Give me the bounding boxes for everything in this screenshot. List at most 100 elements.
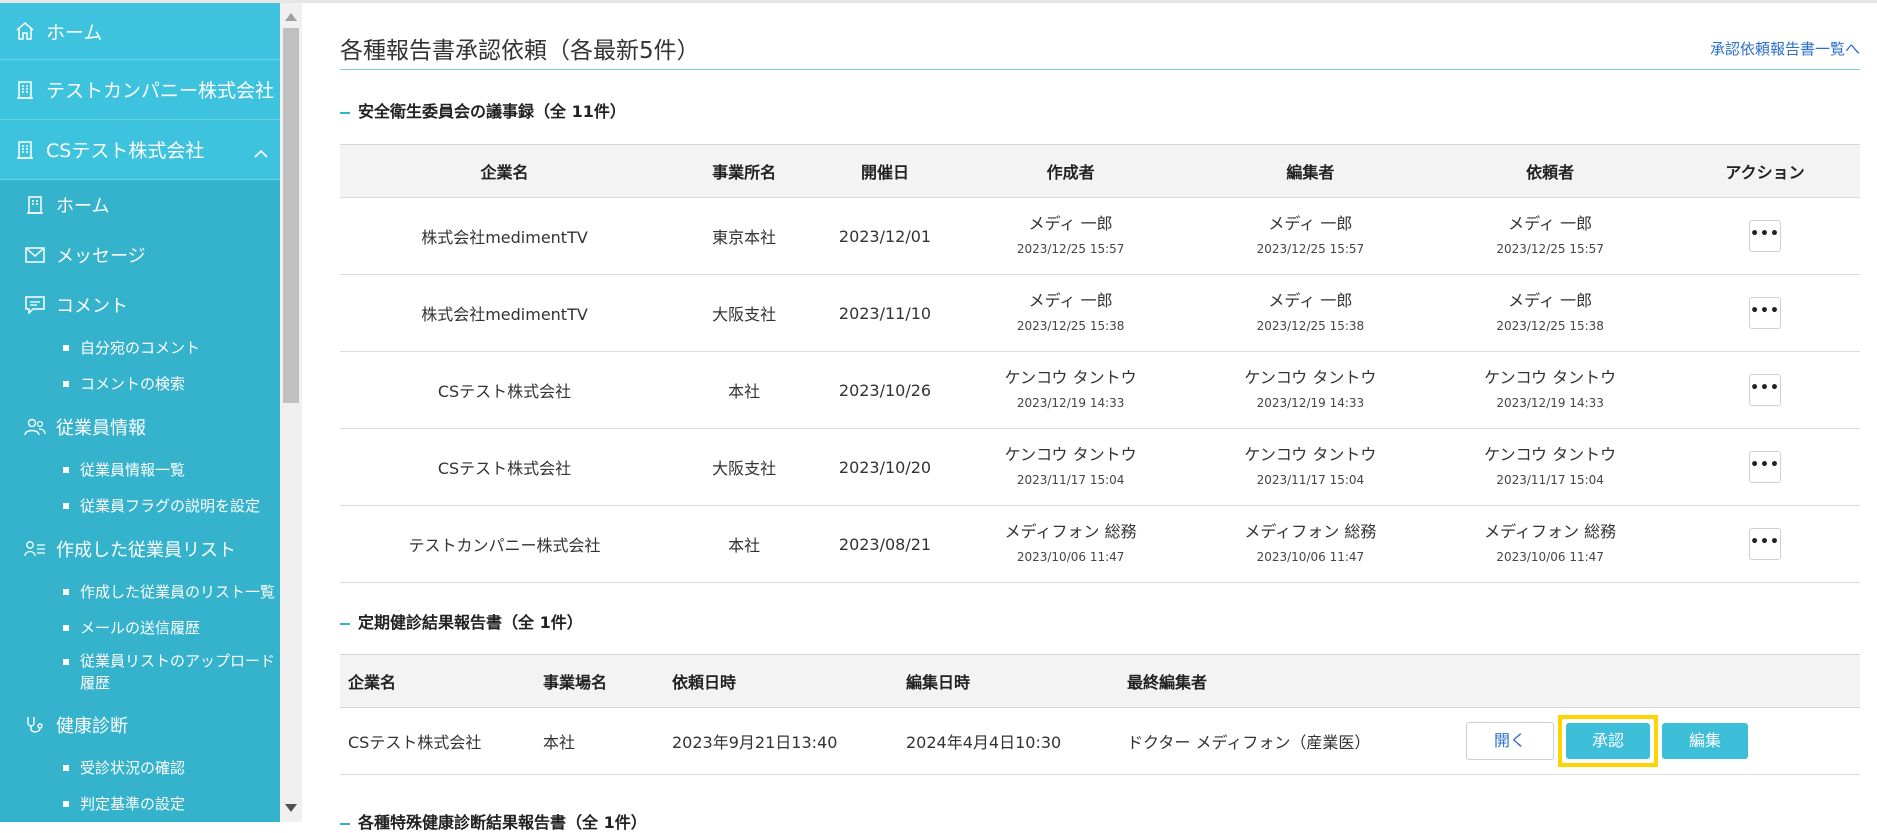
- creator-name: メディ 一郎: [1028, 214, 1113, 233]
- cell-requester: ケンコウ タントウ 2023/12/19 14:33: [1430, 351, 1670, 429]
- approval-list-link[interactable]: 承認依頼報告書一覧へ: [1710, 38, 1860, 59]
- creator-name: ケンコウ タントウ: [1004, 368, 1137, 387]
- sidebar-subitem-employee-flag[interactable]: 従業員フラグの説明を設定: [0, 488, 280, 524]
- requester-name: メディ 一郎: [1508, 291, 1593, 310]
- cell-requester: メディ 一郎 2023/12/25 15:57: [1430, 197, 1670, 275]
- col-date: 開催日: [819, 144, 951, 198]
- cell-office: 東京本社: [669, 197, 820, 275]
- sidebar-item-employee[interactable]: 従業員情報: [0, 402, 280, 452]
- scrollbar-thumb[interactable]: [283, 28, 299, 403]
- sidebar-subitem-criteria[interactable]: 判定基準の設定: [0, 786, 280, 822]
- cell-creator: メディ 一郎 2023/12/25 15:57: [950, 197, 1191, 275]
- editor-name: メディフォン 総務: [1244, 522, 1377, 541]
- chevron-up-icon[interactable]: [254, 142, 268, 158]
- cell-editor: ケンコウ タントウ 2023/12/19 14:33: [1190, 351, 1431, 429]
- approve-button[interactable]: 承認: [1566, 723, 1650, 759]
- cell-requester: メディ 一郎 2023/12/25 15:38: [1430, 274, 1670, 352]
- section-dash: [340, 822, 350, 825]
- requester-timestamp: 2023/12/19 14:33: [1496, 396, 1604, 410]
- col-office: 事業所名: [669, 144, 820, 198]
- requester-timestamp: 2023/10/06 11:47: [1496, 550, 1604, 564]
- cell-action: •••: [1670, 197, 1860, 275]
- cell-creator: メディ 一郎 2023/12/25 15:38: [950, 274, 1191, 352]
- cell-buttons: 開く 承認 編集: [1458, 707, 1860, 775]
- sidebar-item-message[interactable]: メッセージ: [0, 230, 280, 280]
- more-actions-button[interactable]: •••: [1749, 297, 1781, 329]
- cell-company: 株式会社medimentTV: [340, 197, 670, 275]
- table-header-row: 企業名 事業所名 開催日 作成者 編集者 依頼者 アクション: [340, 144, 1860, 198]
- table-row: CSテスト株式会社 本社 2023/10/26 ケンコウ タントウ 2023/12…: [340, 351, 1860, 429]
- cell-company: 株式会社medimentTV: [340, 274, 670, 352]
- creator-timestamp: 2023/12/19 14:33: [1016, 396, 1125, 410]
- more-actions-button[interactable]: •••: [1749, 451, 1781, 483]
- section-periodic-checkup-title: 定期健診結果報告書（全 1件）: [358, 613, 583, 632]
- sidebar-subitem-comment-search[interactable]: コメントの検索: [0, 366, 280, 402]
- cell-editor: メディ 一郎 2023/12/25 15:57: [1190, 197, 1431, 275]
- cell-last-editor: ドクター メディフォン（産業医）: [1119, 707, 1458, 775]
- scroll-up-arrow-icon[interactable]: [285, 13, 297, 21]
- cell-editor: メディフォン 総務 2023/10/06 11:47: [1190, 505, 1431, 583]
- sidebar-subitem-my-comments[interactable]: 自分宛のコメント: [0, 330, 280, 366]
- title-divider: [340, 69, 1860, 70]
- col-editor: 編集者: [1190, 144, 1431, 198]
- sidebar-item-created-list[interactable]: 作成した従業員リスト: [0, 524, 280, 574]
- cell-company: CSテスト株式会社: [340, 707, 535, 775]
- col-action: アクション: [1670, 144, 1860, 198]
- more-actions-button[interactable]: •••: [1749, 220, 1781, 252]
- table-row: テストカンパニー株式会社 本社 2023/08/21 メディフォン 総務 2023…: [340, 505, 1860, 583]
- table-row: 株式会社medimentTV 東京本社 2023/12/01 メディ 一郎 202…: [340, 197, 1860, 275]
- sidebar-item-comment-label: コメント: [56, 296, 128, 317]
- col-buttons: [1458, 654, 1860, 708]
- sidebar-subitem-checkup-status[interactable]: 受診状況の確認: [0, 750, 280, 786]
- section-special-checkup-heading: 各種特殊健康診断結果報告書（全 1件）: [340, 809, 647, 833]
- cell-date: 2023/10/26: [819, 351, 951, 429]
- cell-date: 2023/11/10: [819, 274, 951, 352]
- creator-timestamp: 2023/12/25 15:38: [1016, 319, 1125, 333]
- cell-creator: ケンコウ タントウ 2023/11/17 15:04: [950, 428, 1191, 506]
- sidebar-item-checkup[interactable]: 健康診断: [0, 700, 280, 750]
- section-safety-minutes-title: 安全衛生委員会の議事録（全 11件）: [358, 102, 626, 121]
- cell-creator: ケンコウ タントウ 2023/12/19 14:33: [950, 351, 1191, 429]
- col-edited: 編集日時: [898, 654, 1119, 708]
- requester-name: ケンコウ タントウ: [1484, 368, 1617, 387]
- sidebar-item-home[interactable]: ホーム: [0, 180, 280, 230]
- requester-timestamp: 2023/12/25 15:57: [1496, 242, 1604, 256]
- creator-name: メディ 一郎: [1028, 291, 1113, 310]
- more-actions-button[interactable]: •••: [1749, 374, 1781, 406]
- sidebar-subitem-employee-list[interactable]: 従業員情報一覧: [0, 452, 280, 488]
- sidebar-subitem-created-lists[interactable]: 作成した従業員のリスト一覧: [0, 574, 280, 610]
- sidebar-top-cstest[interactable]: CSテスト株式会社: [0, 120, 280, 180]
- section-safety-minutes-heading: 安全衛生委員会の議事録（全 11件）: [340, 98, 626, 122]
- edit-button[interactable]: 編集: [1662, 723, 1748, 759]
- col-company: 企業名: [340, 654, 535, 708]
- sidebar-subitem-mail-history[interactable]: メールの送信履歴: [0, 610, 280, 646]
- cell-requested: 2023年9月21日13:40: [664, 707, 898, 775]
- sidebar-scrollbar[interactable]: [280, 3, 302, 822]
- scroll-down-arrow-icon[interactable]: [285, 804, 297, 812]
- sidebar-top-testcompany[interactable]: テストカンパニー株式会社: [0, 60, 280, 120]
- approve-button-highlight: 承認: [1558, 715, 1658, 767]
- sidebar-item-checkup-label: 健康診断: [56, 716, 128, 737]
- creator-timestamp: 2023/10/06 11:47: [1016, 550, 1125, 564]
- section-periodic-checkup-heading: 定期健診結果報告書（全 1件）: [340, 609, 583, 633]
- cell-office: 大阪支社: [669, 428, 820, 506]
- creator-timestamp: 2023/11/17 15:04: [1016, 473, 1125, 487]
- requester-name: メディ 一郎: [1508, 214, 1593, 233]
- building-icon: [14, 79, 36, 101]
- sidebar-top-home[interactable]: ホーム: [0, 3, 280, 60]
- sidebar-item-comment[interactable]: コメント: [0, 280, 280, 330]
- sidebar: ホーム テストカンパニー株式会社 CSテスト株式会社 ホーム メッセージ コメン…: [0, 3, 280, 822]
- building-icon: [24, 194, 46, 216]
- table-header-row: 企業名 事業場名 依頼日時 編集日時 最終編集者: [340, 654, 1860, 708]
- col-company: 企業名: [340, 144, 670, 198]
- open-button[interactable]: 開く: [1466, 722, 1554, 760]
- building-icon: [14, 139, 36, 161]
- cell-company: CSテスト株式会社: [340, 428, 670, 506]
- sidebar-item-employee-label: 従業員情報: [56, 418, 146, 439]
- sidebar-subitem-upload-history[interactable]: 従業員リストのアップロード履歴: [0, 646, 280, 700]
- creator-timestamp: 2023/12/25 15:57: [1016, 242, 1125, 256]
- more-actions-button[interactable]: •••: [1749, 528, 1781, 560]
- requester-name: ケンコウ タントウ: [1484, 445, 1617, 464]
- editor-name: メディ 一郎: [1268, 214, 1353, 233]
- sidebar-top: ホーム テストカンパニー株式会社 CSテスト株式会社: [0, 3, 280, 180]
